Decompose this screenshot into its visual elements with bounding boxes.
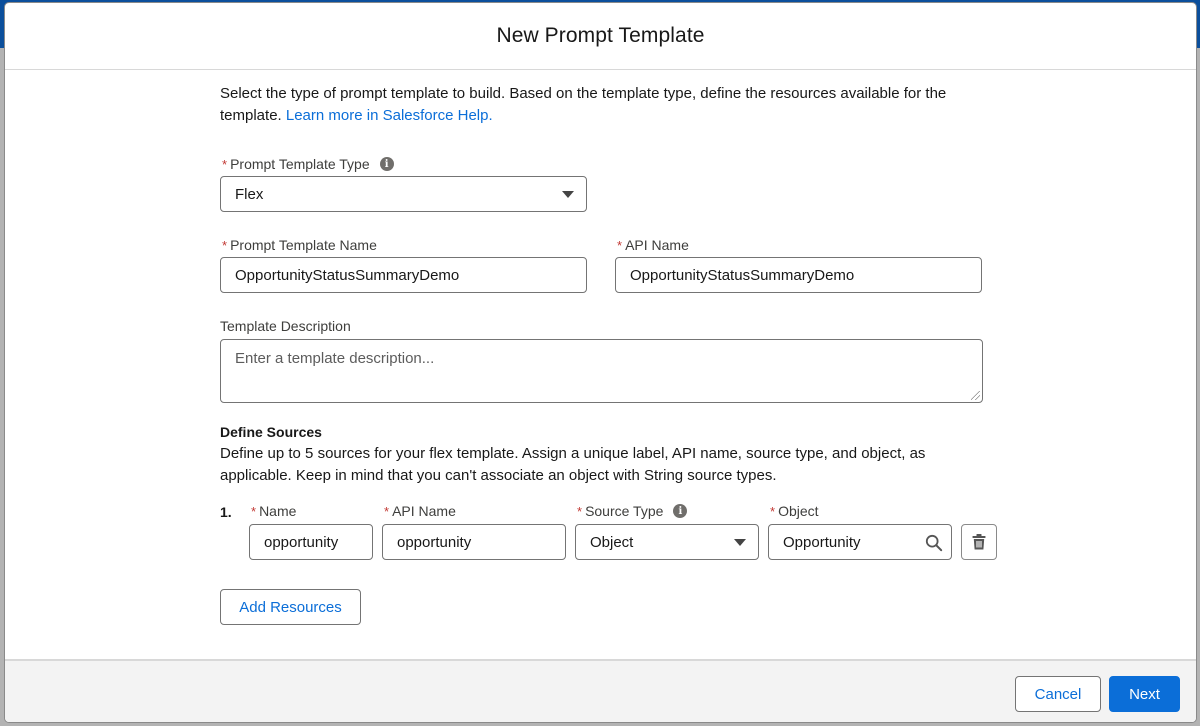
intro-text: Select the type of prompt template to bu… xyxy=(220,83,990,127)
info-icon[interactable]: i xyxy=(379,157,394,171)
add-resources-button[interactable]: Add Resources xyxy=(220,589,361,625)
delete-source-button[interactable] xyxy=(961,524,997,560)
source-api-name-value: opportunity xyxy=(397,533,472,551)
chevron-down-icon xyxy=(734,539,746,546)
source-api-name-label: * API Name xyxy=(384,502,456,520)
source-row-number: 1. xyxy=(220,504,232,520)
api-name-label-text: API Name xyxy=(625,237,689,253)
modal-header: New Prompt Template xyxy=(5,3,1196,70)
source-name-input[interactable]: opportunity xyxy=(249,524,373,560)
source-object-value: Opportunity xyxy=(783,533,861,551)
source-type-label-text: Source Type xyxy=(585,503,664,519)
required-marker: * xyxy=(222,237,228,253)
source-api-name-input[interactable]: opportunity xyxy=(382,524,566,560)
source-type-select[interactable]: Object xyxy=(575,524,759,560)
source-name-value: opportunity xyxy=(264,533,339,551)
api-name-label: * API Name xyxy=(617,236,689,254)
source-type-value: Object xyxy=(590,533,634,551)
required-marker: * xyxy=(770,503,776,519)
modal-title: New Prompt Template xyxy=(496,24,705,47)
template-name-label-text: Prompt Template Name xyxy=(230,237,377,253)
sources-description: Define up to 5 sources for your flex tem… xyxy=(220,445,926,484)
required-marker: * xyxy=(577,503,583,519)
description-textarea[interactable]: Enter a template description... xyxy=(220,339,983,403)
source-object-label: * Object xyxy=(770,502,819,520)
description-placeholder: Enter a template description... xyxy=(235,350,435,367)
template-name-input[interactable]: OpportunityStatusSummaryDemo xyxy=(220,257,587,293)
sources-title: Define Sources xyxy=(220,424,322,440)
required-marker: * xyxy=(222,156,228,172)
template-type-value: Flex xyxy=(235,185,264,203)
modal-footer: Cancel Next xyxy=(5,659,1196,722)
api-name-value: OpportunityStatusSummaryDemo xyxy=(630,266,855,284)
description-label-text: Template Description xyxy=(220,318,351,334)
source-name-label: * Name xyxy=(251,502,296,520)
source-object-label-text: Object xyxy=(778,503,819,519)
api-name-input[interactable]: OpportunityStatusSummaryDemo xyxy=(615,257,982,293)
required-marker: * xyxy=(384,503,390,519)
description-label: Template Description xyxy=(220,317,351,335)
source-api-name-label-text: API Name xyxy=(392,503,456,519)
template-name-value: OpportunityStatusSummaryDemo xyxy=(235,266,460,284)
source-name-label-text: Name xyxy=(259,503,297,519)
modal-body: Select the type of prompt template to bu… xyxy=(5,70,1196,659)
learn-more-link[interactable]: Learn more in Salesforce Help. xyxy=(286,107,493,124)
source-object-lookup[interactable]: Opportunity xyxy=(768,524,952,560)
required-marker: * xyxy=(617,237,623,253)
template-type-label-text: Prompt Template Type xyxy=(230,156,370,172)
resize-handle[interactable] xyxy=(971,391,980,400)
source-type-label: * Source Type i xyxy=(577,502,688,520)
trash-icon xyxy=(972,534,986,550)
template-name-label: * Prompt Template Name xyxy=(222,236,377,254)
new-prompt-template-modal: New Prompt Template Select the type of p… xyxy=(4,2,1197,723)
search-icon[interactable] xyxy=(925,534,943,552)
template-type-select[interactable]: Flex xyxy=(220,176,587,212)
next-button[interactable]: Next xyxy=(1109,676,1180,712)
template-type-label: * Prompt Template Type i xyxy=(222,155,394,173)
cancel-button[interactable]: Cancel xyxy=(1015,676,1101,712)
required-marker: * xyxy=(251,503,257,519)
info-icon[interactable]: i xyxy=(673,504,688,518)
chevron-down-icon xyxy=(562,191,574,198)
